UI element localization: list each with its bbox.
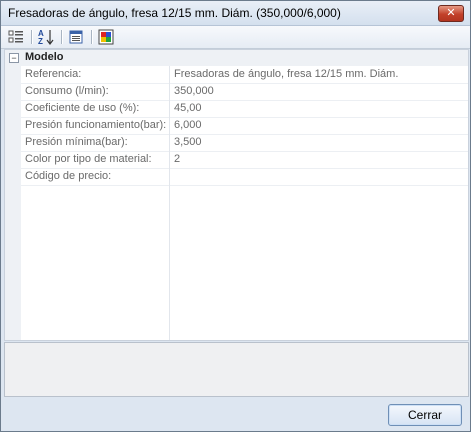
property-row[interactable]: Coeficiente de uso (%): 45,00 — [21, 100, 468, 118]
toolbar-separator — [61, 30, 63, 44]
property-name: Coeficiente de uso (%): — [25, 102, 140, 114]
property-value[interactable]: 3,500 — [174, 136, 464, 148]
cerrar-button[interactable]: Cerrar — [388, 404, 462, 426]
alphabetical-sort-button[interactable]: A Z — [37, 28, 55, 46]
close-window-button[interactable]: ✕ — [438, 5, 464, 22]
property-row[interactable]: Consumo (l/min): 350,000 — [21, 83, 468, 101]
property-name: Consumo (l/min): — [25, 85, 109, 97]
property-grid: − Modelo Referencia: Fresadoras de ángul… — [4, 49, 469, 341]
property-name: Color por tipo de material: — [25, 153, 152, 165]
collapse-toggle-icon[interactable]: − — [9, 53, 19, 63]
category-row-modelo[interactable]: − Modelo — [5, 50, 468, 66]
property-value[interactable]: 350,000 — [174, 85, 464, 97]
toolbar-separator — [31, 30, 33, 44]
property-row[interactable]: Referencia: Fresadoras de ángulo, fresa … — [21, 66, 468, 84]
property-value[interactable]: Fresadoras de ángulo, fresa 12/15 mm. Di… — [174, 68, 464, 80]
property-pages-button[interactable] — [67, 28, 85, 46]
title-bar[interactable]: Fresadoras de ángulo, fresa 12/15 mm. Di… — [1, 1, 470, 26]
column-divider[interactable] — [169, 66, 170, 340]
property-value[interactable]: 2 — [174, 153, 464, 165]
close-icon: ✕ — [446, 7, 456, 19]
categorized-view-button[interactable] — [7, 28, 25, 46]
categorized-view-icon — [8, 30, 23, 43]
color-palette-button[interactable] — [97, 28, 115, 46]
property-name: Presión mínima(bar): — [25, 136, 128, 148]
property-toolbar: A Z — [1, 26, 470, 49]
property-name: Referencia: — [25, 68, 82, 80]
color-palette-icon — [98, 29, 114, 45]
description-panel — [4, 342, 469, 397]
dialog-window: Fresadoras de ángulo, fresa 12/15 mm. Di… — [0, 0, 471, 432]
property-row[interactable]: Código de precio: — [21, 168, 468, 186]
property-row[interactable]: Presión funcionamiento(bar): 6,000 — [21, 117, 468, 135]
svg-text:Z: Z — [38, 37, 43, 46]
toolbar-separator — [91, 30, 93, 44]
property-value[interactable]: 45,00 — [174, 102, 464, 114]
property-name: Código de precio: — [25, 170, 112, 182]
window-title: Fresadoras de ángulo, fresa 12/15 mm. Di… — [8, 6, 341, 20]
property-row[interactable]: Color por tipo de material: 2 — [21, 151, 468, 169]
property-pages-icon — [69, 30, 83, 44]
category-label: Modelo — [25, 51, 64, 63]
property-value[interactable]: 6,000 — [174, 119, 464, 131]
property-row[interactable]: Presión mínima(bar): 3,500 — [21, 134, 468, 152]
property-name: Presión funcionamiento(bar): — [25, 119, 167, 131]
alphabetical-sort-icon: A Z — [38, 29, 54, 46]
grid-margin — [5, 66, 21, 340]
